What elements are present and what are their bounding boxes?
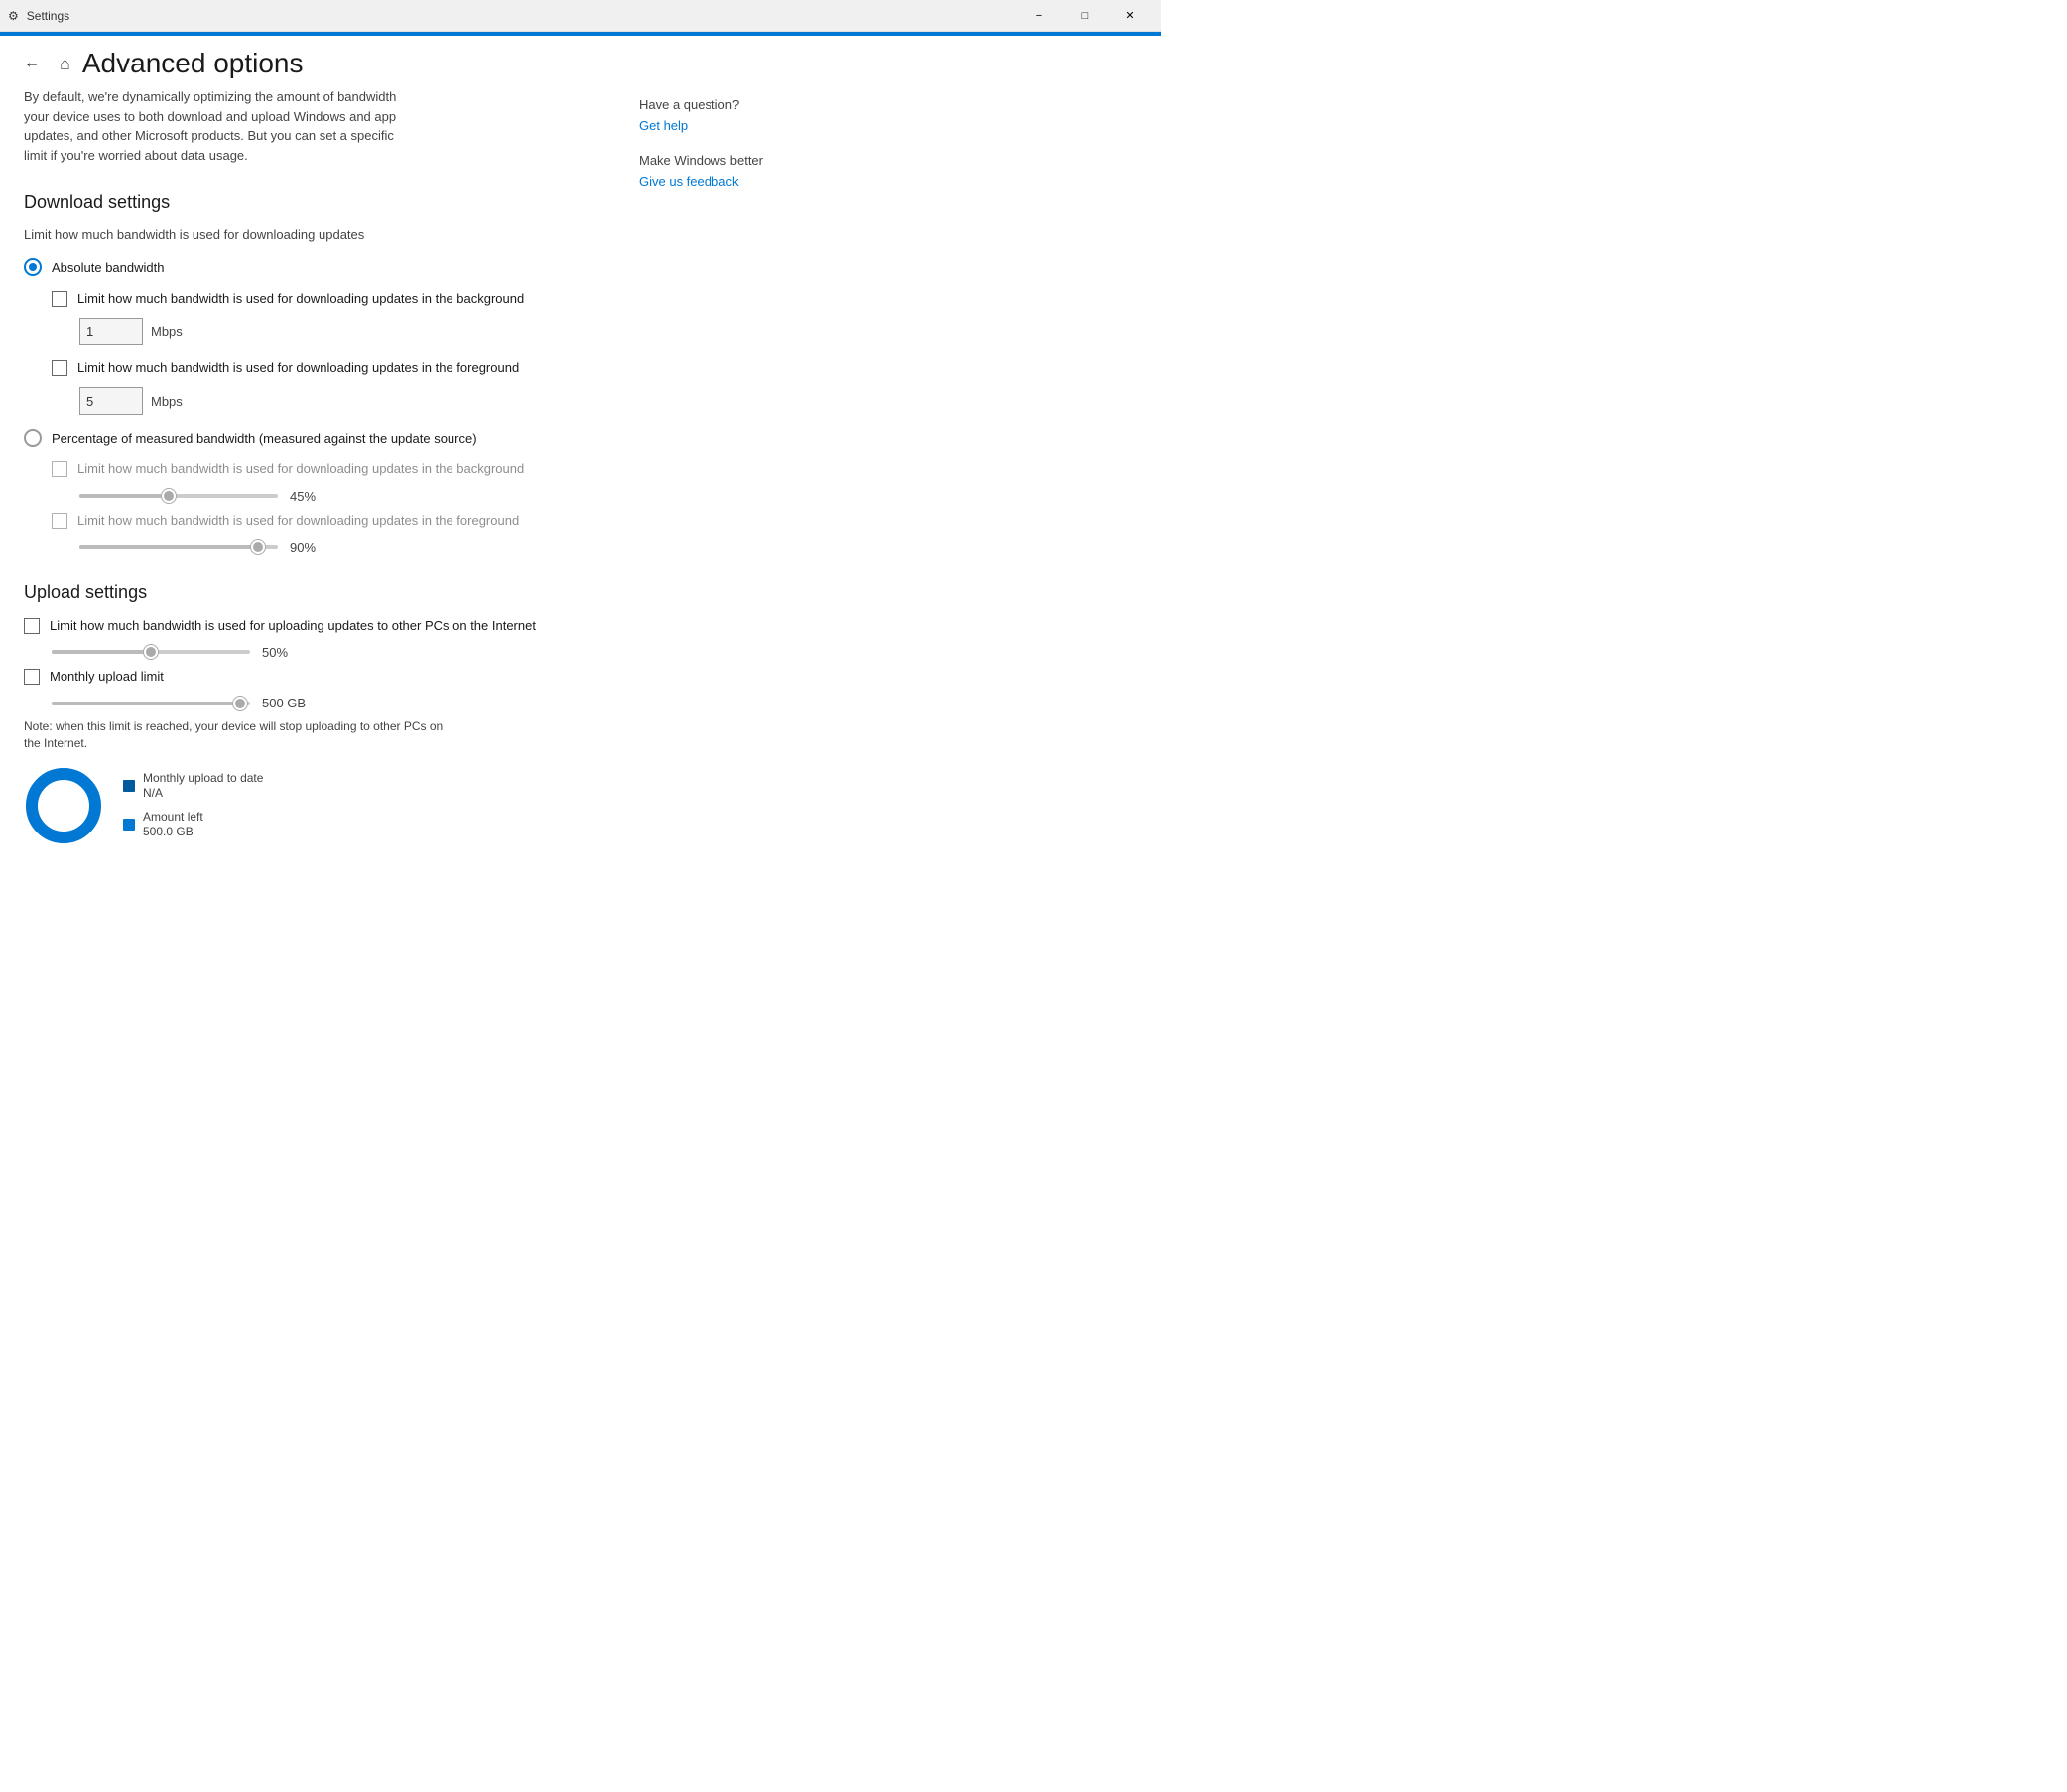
checkbox-fg-download[interactable]: Limit how much bandwidth is used for dow…: [52, 359, 599, 377]
slider-value-pct-bg: 45%: [290, 489, 316, 504]
download-settings-heading: Download settings: [24, 192, 599, 213]
checkbox-pct-fg: Limit how much bandwidth is used for dow…: [52, 512, 599, 530]
radio-percentage[interactable]: Percentage of measured bandwidth (measur…: [24, 429, 599, 447]
content-area: By default, we're dynamically optimizing…: [24, 87, 599, 845]
legend-text-amount: Amount left 500.0 GB: [143, 810, 203, 840]
checkbox-bg-box: [52, 291, 67, 307]
slider-section-upload: 50%: [52, 645, 599, 660]
fg-bandwidth-input[interactable]: [79, 387, 143, 415]
legend-item-amount: Amount left 500.0 GB: [123, 810, 263, 840]
titlebar-left: ⚙ Settings: [8, 9, 69, 23]
checkbox-fg-label: Limit how much bandwidth is used for dow…: [77, 359, 519, 377]
close-button[interactable]: ✕: [1107, 0, 1153, 32]
fg-bandwidth-unit: Mbps: [151, 394, 183, 409]
checkbox-upload-box: [24, 618, 40, 634]
slider-value-upload: 50%: [262, 645, 288, 660]
upload-note-text: Note: when this limit is reached, your d…: [24, 718, 460, 752]
main-layout: By default, we're dynamically optimizing…: [0, 87, 1161, 845]
slider-row-upload: 50%: [52, 645, 599, 660]
legend-text-monthly: Monthly upload to date N/A: [143, 771, 263, 802]
radio-absolute-label: Absolute bandwidth: [52, 260, 164, 275]
legend-dot-monthly: [123, 780, 135, 792]
checkbox-upload-label: Limit how much bandwidth is used for upl…: [50, 617, 536, 635]
checkbox-bg-download[interactable]: Limit how much bandwidth is used for dow…: [52, 290, 599, 308]
slider-row-pct-fg: 90%: [52, 540, 599, 555]
checkbox-monthly-label: Monthly upload limit: [50, 668, 164, 686]
home-icon[interactable]: ⌂: [60, 54, 70, 74]
slider-track-pct-bg[interactable]: [79, 494, 278, 498]
checkbox-pct-fg-label: Limit how much bandwidth is used for dow…: [77, 512, 519, 530]
input-row-fg: Mbps: [79, 387, 599, 415]
chart-legend: Monthly upload to date N/A Amount left 5…: [123, 771, 263, 840]
upload-settings-heading: Upload settings: [24, 582, 599, 603]
radio-absolute[interactable]: Absolute bandwidth: [24, 258, 599, 276]
get-help-link[interactable]: Get help: [639, 118, 838, 133]
minimize-button[interactable]: −: [1016, 0, 1062, 32]
input-row-bg: Mbps: [79, 318, 599, 345]
slider-value-pct-fg: 90%: [290, 540, 316, 555]
checkbox-pct-bg-label: Limit how much bandwidth is used for dow…: [77, 460, 524, 478]
slider-value-monthly: 500 GB: [262, 696, 306, 710]
download-subtext: Limit how much bandwidth is used for dow…: [24, 227, 599, 242]
checkbox-bg-label: Limit how much bandwidth is used for dow…: [77, 290, 524, 308]
titlebar: ⚙ Settings − □ ✕: [0, 0, 1161, 32]
upload-settings-section: Upload settings Limit how much bandwidth…: [24, 582, 599, 845]
slider-section-monthly: 500 GB: [52, 696, 599, 710]
sidebar: Have a question? Get help Make Windows b…: [639, 87, 838, 845]
radio-absolute-circle: [24, 258, 42, 276]
restore-button[interactable]: □: [1062, 0, 1107, 32]
titlebar-title: Settings: [27, 9, 69, 23]
titlebar-controls: − □ ✕: [1016, 0, 1153, 32]
radio-percentage-label: Percentage of measured bandwidth (measur…: [52, 431, 477, 446]
description-text: By default, we're dynamically optimizing…: [24, 87, 401, 165]
sidebar-question: Have a question?: [639, 97, 838, 112]
donut-chart: [24, 766, 103, 845]
checkbox-pct-fg-box: [52, 513, 67, 529]
feedback-link[interactable]: Give us feedback: [639, 174, 838, 189]
checkbox-monthly-box: [24, 669, 40, 685]
slider-track-monthly[interactable]: [52, 702, 250, 705]
page-header: ← ⌂ Advanced options: [0, 36, 1161, 87]
checkbox-monthly[interactable]: Monthly upload limit: [24, 668, 599, 686]
sidebar-make-windows: Make Windows better: [639, 153, 838, 168]
legend-dot-amount: [123, 819, 135, 831]
back-button[interactable]: ←: [16, 48, 48, 79]
bg-bandwidth-input[interactable]: [79, 318, 143, 345]
checkbox-pct-bg: Limit how much bandwidth is used for dow…: [52, 460, 599, 478]
donut-container: Monthly upload to date N/A Amount left 5…: [24, 766, 599, 845]
slider-track-upload[interactable]: [52, 650, 250, 654]
bg-bandwidth-unit: Mbps: [151, 324, 183, 339]
slider-row-pct-bg: 45%: [52, 489, 599, 504]
slider-section-pct-fg: 90%: [52, 540, 599, 555]
radio-group-download: Absolute bandwidth Limit how much bandwi…: [24, 258, 599, 555]
legend-item-monthly: Monthly upload to date N/A: [123, 771, 263, 802]
settings-icon: ⚙: [8, 9, 19, 23]
slider-row-monthly: 500 GB: [52, 696, 599, 710]
slider-track-pct-fg[interactable]: [79, 545, 278, 549]
page-title: Advanced options: [82, 48, 304, 79]
checkbox-upload[interactable]: Limit how much bandwidth is used for upl…: [24, 617, 599, 635]
radio-percentage-circle: [24, 429, 42, 447]
slider-section-pct-bg: 45%: [52, 489, 599, 504]
checkbox-fg-box: [52, 360, 67, 376]
checkbox-pct-bg-box: [52, 461, 67, 477]
